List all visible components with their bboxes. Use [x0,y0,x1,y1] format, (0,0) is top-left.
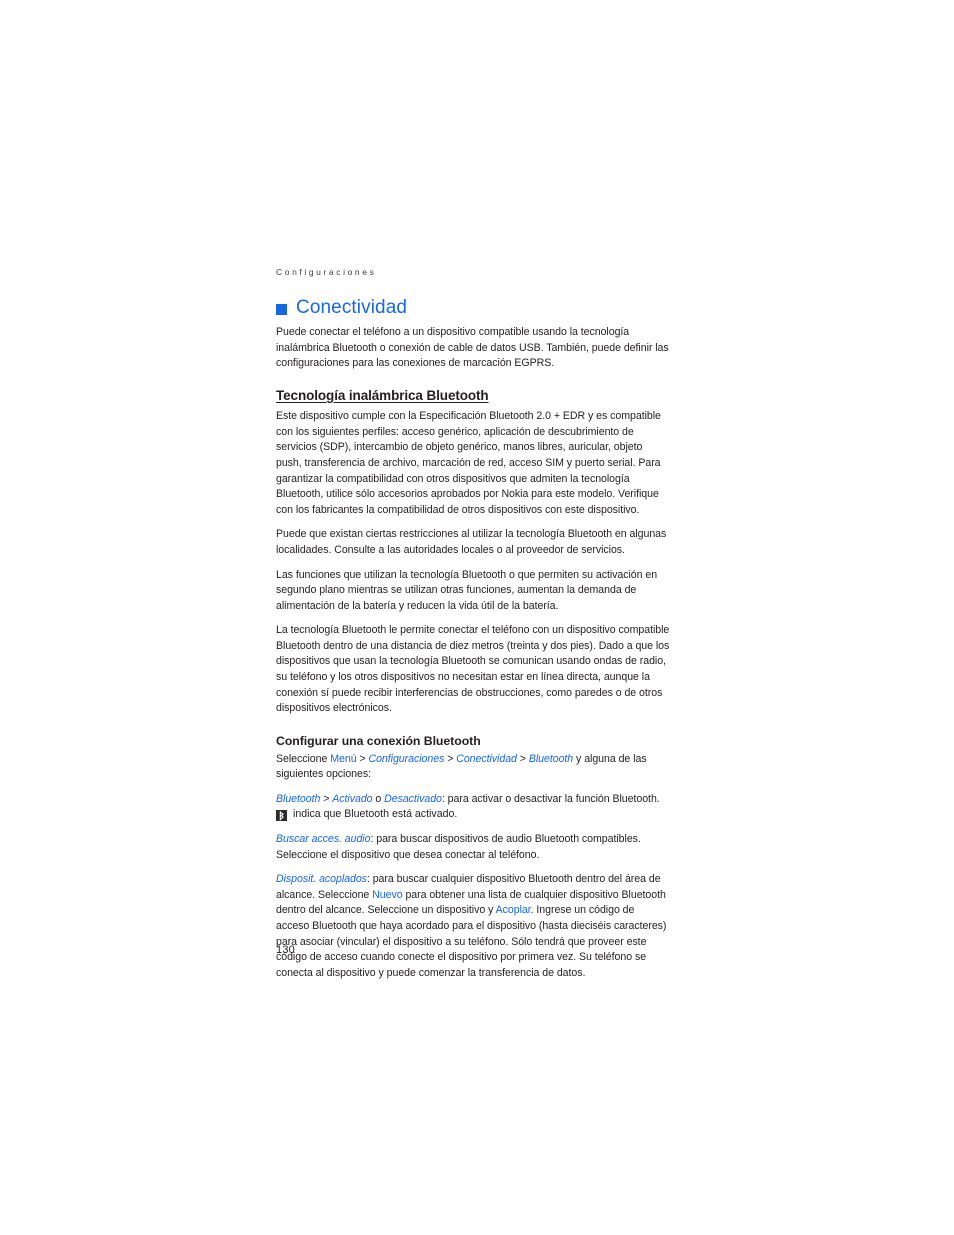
bluetooth-icon [276,809,287,821]
option-bluetooth-description: : para activar o desactivar la función B… [441,792,660,805]
page-number: 130 [276,944,295,956]
option-bluetooth-value-activado[interactable]: Activado [332,793,372,805]
option-link-acoplar[interactable]: Acoplar [496,904,531,916]
option-bluetooth-paragraph: Bluetooth > Activado o Desactivado: para… [276,792,670,808]
bluetooth-paragraph-1: Este dispositivo cumple con la Especific… [276,410,661,516]
menu-path-link-menu[interactable]: Menú [330,753,356,765]
chapter-title-row: Conectividad [276,297,670,319]
menu-path-paragraph: Seleccione Menú > Configuraciones > Cone… [276,752,670,783]
bluetooth-paragraph-4: La tecnología Bluetooth le permite conec… [276,624,670,715]
menu-path-link-bluetooth[interactable]: Bluetooth [529,753,573,765]
page-content: Configuraciones Conectividad Puede conec… [276,267,670,990]
chapter-intro-paragraph: Puede conectar el teléfono a un disposit… [276,326,669,370]
option-buscar-audio-label[interactable]: Buscar acces. audio [276,833,371,845]
menu-path-link-configuraciones[interactable]: Configuraciones [368,753,444,765]
menu-path-link-conectividad[interactable]: Conectividad [456,753,517,765]
menu-path-separator-2: > [444,752,457,765]
option-bluetooth-conjunction: o [372,792,385,805]
option-bluetooth-value-desactivado[interactable]: Desactivado [384,793,442,805]
menu-path-intro: Seleccione [276,752,331,765]
sub-heading-configurar-conexion: Configurar una conexión Bluetooth [276,733,481,748]
menu-path-separator-1: > [356,752,369,765]
square-bullet-icon [276,303,287,315]
option-link-nuevo[interactable]: Nuevo [372,889,402,901]
option-bluetooth-separator: > [320,792,333,805]
bluetooth-paragraph-3: Las funciones que utilizan la tecnología… [276,568,658,612]
running-header: Configuraciones [276,267,377,277]
bluetooth-indicator-line: indica que Bluetooth está activado. [276,807,670,823]
bluetooth-indicator-note: indica que Bluetooth está activado. [293,808,458,821]
option-disposit-acoplados-label[interactable]: Disposit. acoplados [276,873,367,885]
option-disposit-acoplados-paragraph: Disposit. acoplados: para buscar cualqui… [276,872,670,981]
menu-path-separator-3: > [516,752,529,765]
option-bluetooth-label[interactable]: Bluetooth [276,793,320,805]
option-buscar-audio-paragraph: Buscar acces. audio: para buscar disposi… [276,832,670,863]
chapter-title: Conectividad [296,297,408,319]
bluetooth-paragraph-2: Puede que existan ciertas restricciones … [276,528,667,556]
section-heading-bluetooth: Tecnología inalámbrica Bluetooth [276,387,489,403]
